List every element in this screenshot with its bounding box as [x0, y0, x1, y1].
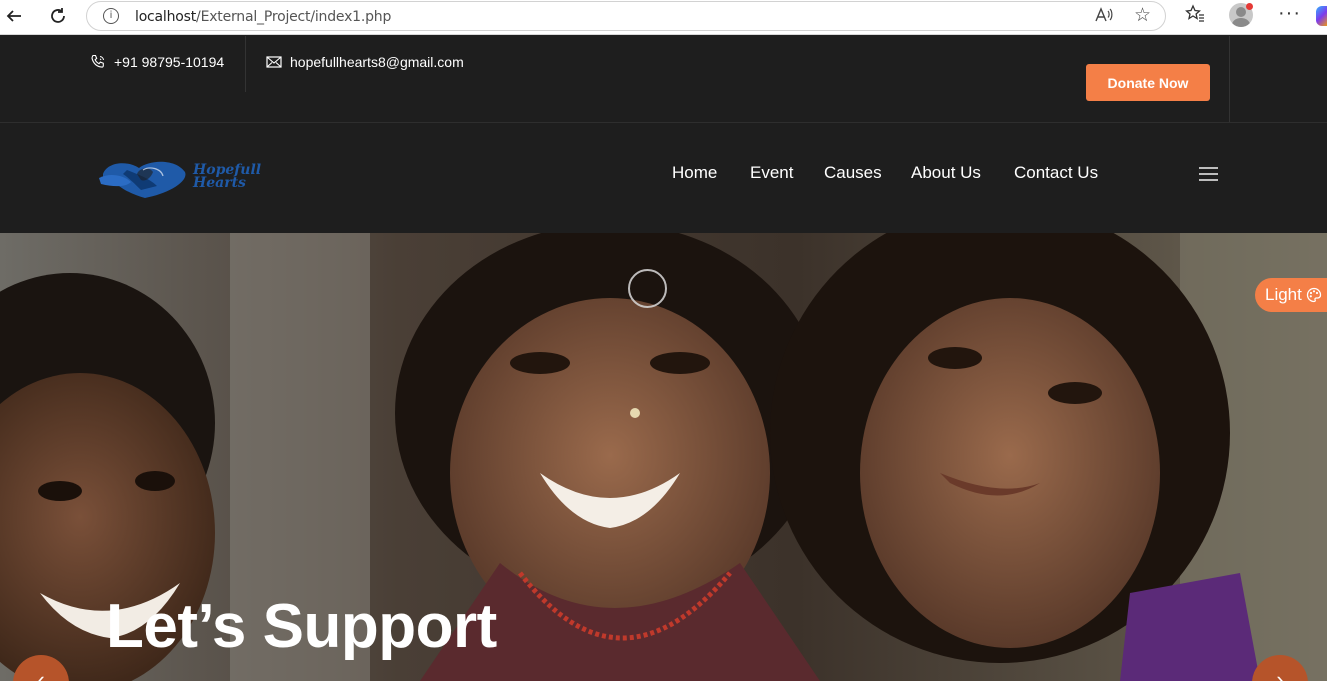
- phone-icon: [91, 54, 104, 68]
- nav-contact-us[interactable]: Contact Us: [1014, 163, 1098, 183]
- address-bar[interactable]: i localhost/External_Project/index1.php …: [86, 1, 1166, 31]
- more-menu-icon[interactable]: ···: [1278, 2, 1301, 25]
- main-navbar: Hopefull Hearts Home Event Causes About …: [0, 123, 1327, 233]
- site-logo[interactable]: Hopefull Hearts: [97, 156, 297, 200]
- logo-line-2: Hearts: [193, 175, 246, 191]
- email-contact[interactable]: hopefullhearts8@gmail.com: [266, 54, 464, 70]
- divider: [245, 36, 246, 92]
- mail-icon: [266, 56, 282, 68]
- back-icon[interactable]: [0, 4, 28, 28]
- nav-about-us[interactable]: About Us: [911, 163, 981, 183]
- divider: [1229, 36, 1230, 122]
- top-info-bar: +91 98795-10194 hopefullhearts8@gmail.co…: [0, 36, 1327, 123]
- logo-text: Hopefull Hearts: [193, 163, 261, 191]
- site-info-icon[interactable]: i: [103, 8, 119, 24]
- favorites-icon[interactable]: [1185, 4, 1205, 29]
- donate-now-button[interactable]: Donate Now: [1086, 64, 1210, 101]
- browser-toolbar: i localhost/External_Project/index1.php …: [0, 0, 1327, 35]
- phone-number: +91 98795-10194: [114, 54, 225, 70]
- hero-slider: Let’s Support ‹ ›: [0, 233, 1327, 681]
- read-aloud-icon[interactable]: [1095, 7, 1113, 26]
- hamburger-menu-icon[interactable]: [1199, 167, 1218, 181]
- nav-causes[interactable]: Causes: [824, 163, 882, 183]
- copilot-icon[interactable]: [1316, 6, 1327, 26]
- palette-icon: [1306, 287, 1322, 303]
- reload-icon[interactable]: [44, 4, 72, 28]
- theme-toggle-button[interactable]: Light: [1255, 278, 1327, 312]
- url-text: localhost/External_Project/index1.php: [135, 9, 392, 25]
- phone-contact[interactable]: +91 98795-10194: [90, 54, 224, 70]
- hero-title: Let’s Support: [106, 592, 497, 661]
- loading-spinner: [628, 269, 667, 308]
- nav-event[interactable]: Event: [750, 163, 793, 183]
- notification-dot: [1246, 3, 1253, 10]
- nav-home[interactable]: Home: [672, 163, 717, 183]
- favorite-star-icon[interactable]: ☆: [1134, 4, 1151, 27]
- email-address: hopefullhearts8@gmail.com: [290, 54, 464, 70]
- theme-toggle-label: Light: [1265, 285, 1302, 304]
- hands-heart-logo-icon: [99, 161, 186, 198]
